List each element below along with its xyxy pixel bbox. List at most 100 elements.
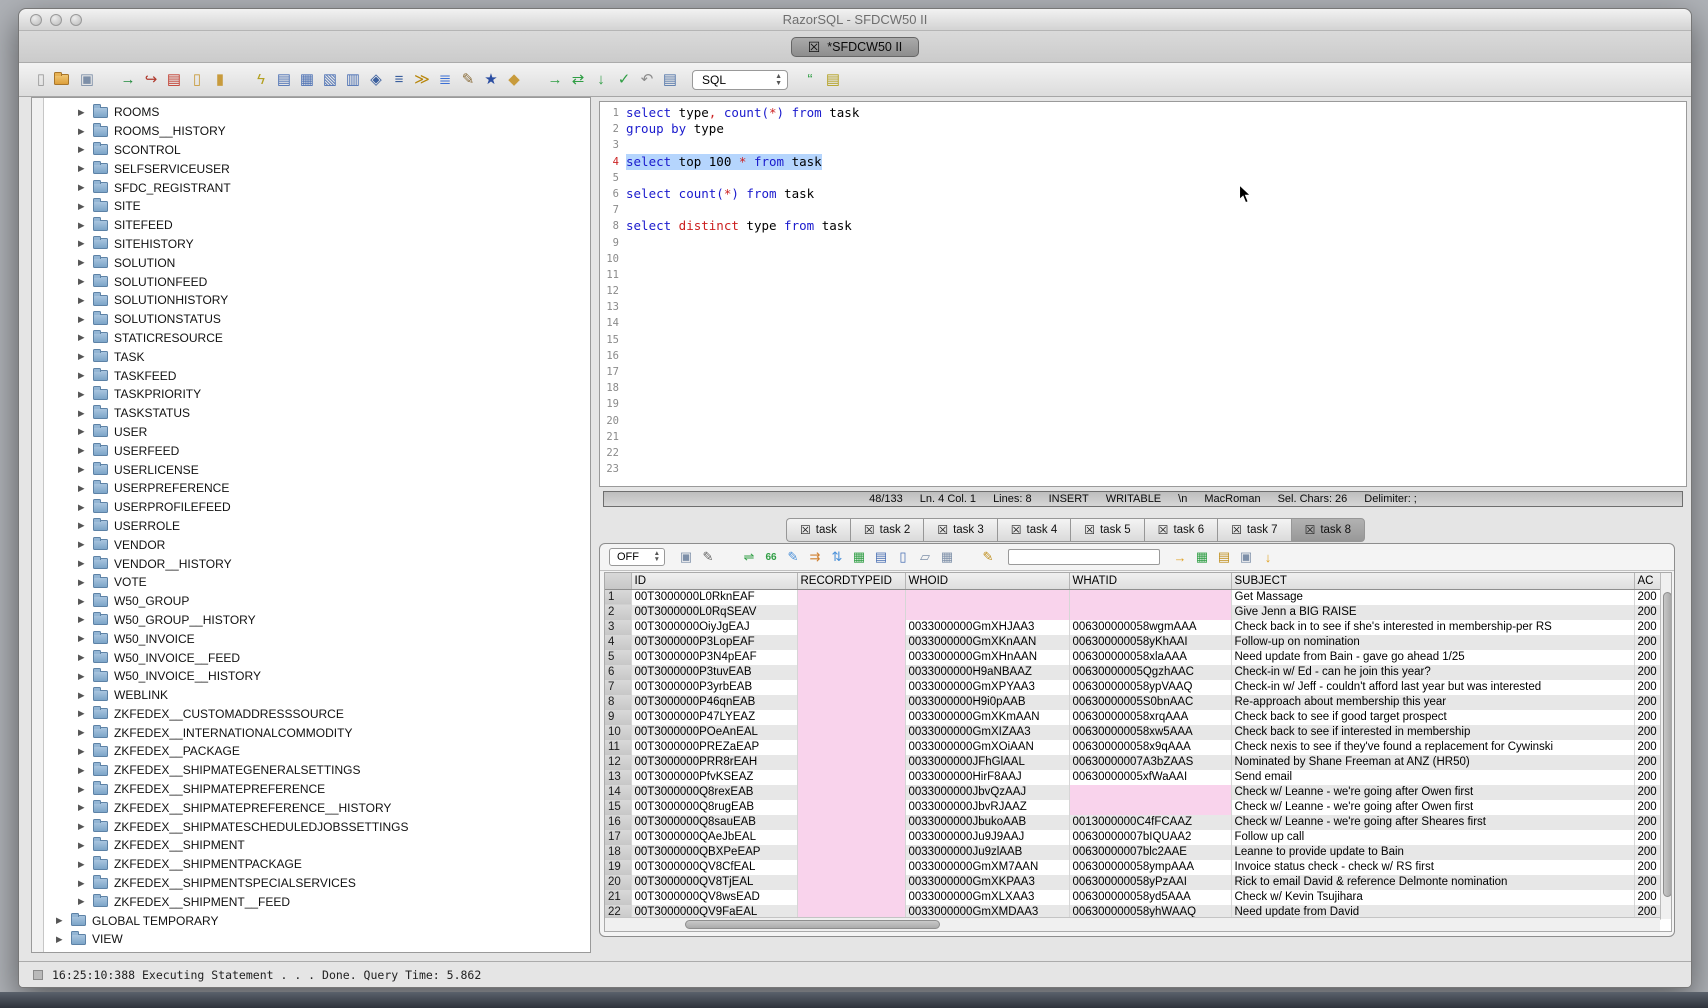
disclosure-triangle-icon[interactable]: ▶ — [78, 408, 90, 419]
disclosure-triangle-icon[interactable]: ▶ — [78, 182, 90, 193]
close-tab-icon[interactable]: ☒ — [800, 523, 811, 537]
column-header-subject[interactable]: SUBJECT — [1231, 573, 1634, 589]
find-next-icon[interactable]: → — [1171, 548, 1189, 566]
cell-whatid[interactable] — [1069, 605, 1231, 620]
disclosure-triangle-icon[interactable]: ▶ — [78, 464, 90, 475]
disclosure-triangle-icon[interactable]: ▶ — [78, 633, 90, 644]
editor-line[interactable]: 2group by type — [600, 121, 1686, 137]
row-number[interactable]: 3 — [605, 620, 631, 635]
filter-icon[interactable]: ✎ — [699, 548, 717, 566]
disclosure-triangle-icon[interactable]: ▶ — [78, 276, 90, 287]
cell-ac[interactable]: 200 — [1634, 650, 1660, 665]
table-row[interactable]: 2000T3000000QV8TjEAL0033000000GmXKPAA300… — [605, 875, 1660, 890]
cell-recordtypeid[interactable] — [797, 665, 905, 680]
cell-ac[interactable]: 200 — [1634, 589, 1660, 605]
cell-recordtypeid[interactable] — [797, 890, 905, 905]
cell-id[interactable]: 00T3000000PfvKSEAZ — [631, 770, 797, 785]
result-tab-task-5[interactable]: ☒task 5 — [1070, 518, 1143, 542]
tree-item-taskpriority[interactable]: ▶TASKPRIORITY — [44, 385, 590, 404]
favorites-icon[interactable]: ★ — [481, 69, 501, 90]
cell-whatid[interactable]: 006300000058yPzAAI — [1069, 875, 1231, 890]
disclosure-triangle-icon[interactable]: ▶ — [56, 934, 68, 945]
cell-whoid[interactable]: 0033000000JFhGlAAL — [905, 755, 1069, 770]
row-number[interactable]: 1 — [605, 589, 631, 605]
tree-item-solutionfeed[interactable]: ▶SOLUTIONFEED — [44, 272, 590, 291]
cell-whatid[interactable]: 006300000058yKhAAI — [1069, 635, 1231, 650]
cell-ac[interactable]: 200 — [1634, 890, 1660, 905]
cell-whatid[interactable]: 006300000058yd5AAA — [1069, 890, 1231, 905]
tree-item-vendor[interactable]: ▶VENDOR — [44, 535, 590, 554]
disclosure-triangle-icon[interactable]: ▶ — [78, 765, 90, 776]
table-row[interactable]: 500T3000000P3N4pEAF0033000000GmXHnAAN006… — [605, 650, 1660, 665]
cell-subject[interactable]: Check nexis to see if they've found a re… — [1231, 740, 1634, 755]
db-object-icon[interactable]: ▮ — [210, 69, 230, 90]
table-row[interactable]: 1800T3000000QBXPeEAP0033000000Ju9zlAAB00… — [605, 845, 1660, 860]
tree-item-sitehistory[interactable]: ▶SITEHISTORY — [44, 235, 590, 254]
cell-whoid[interactable]: 0033000000Ju9zlAAB — [905, 845, 1069, 860]
quotes-icon[interactable]: “ — [800, 69, 820, 90]
cell-recordtypeid[interactable] — [797, 875, 905, 890]
cell-subject[interactable]: Get Massage — [1231, 589, 1634, 605]
tree-item-zkfedex__shipmatepreference[interactable]: ▶ZKFEDEX__SHIPMATEPREFERENCE — [44, 780, 590, 799]
close-tab-icon[interactable]: ☒ — [937, 523, 948, 537]
undo-icon[interactable]: ↶ — [637, 69, 657, 90]
cell-whoid[interactable]: 0033000000GmXOiAAN — [905, 740, 1069, 755]
sql-editor[interactable]: 1select type, count(*) from task2group b… — [599, 101, 1687, 487]
brush-icon[interactable]: ✎ — [979, 548, 997, 566]
editor-line[interactable]: 15 — [600, 332, 1686, 348]
cell-whoid[interactable]: 0033000000H9aNBAAZ — [905, 665, 1069, 680]
cell-subject[interactable]: Check-in w/ Jeff - couldn't afford last … — [1231, 680, 1634, 695]
tree-item-taskfeed[interactable]: ▶TASKFEED — [44, 366, 590, 385]
cell-recordtypeid[interactable] — [797, 740, 905, 755]
editor-line[interactable]: 10 — [600, 251, 1686, 267]
cell-recordtypeid[interactable] — [797, 830, 905, 845]
tree-item-w50_invoice__feed[interactable]: ▶W50_INVOICE__FEED — [44, 648, 590, 667]
export-icon[interactable]: ▯ — [187, 69, 207, 90]
cell-id[interactable]: 00T3000000OiyJgEAJ — [631, 620, 797, 635]
cell-id[interactable]: 00T3000000QBXPeEAP — [631, 845, 797, 860]
results-list-icon[interactable]: ≡ — [389, 69, 409, 90]
cell-subject[interactable]: Invoice status check - check w/ RS first — [1231, 860, 1634, 875]
disclosure-triangle-icon[interactable]: ▶ — [78, 107, 90, 118]
cell-subject[interactable]: Check back to see if interested in membe… — [1231, 725, 1634, 740]
close-tab-icon[interactable]: ☒ — [864, 523, 875, 537]
result-tab-task-3[interactable]: ☒task 3 — [923, 518, 996, 542]
cell-ac[interactable]: 200 — [1634, 695, 1660, 710]
cell-recordtypeid[interactable] — [797, 755, 905, 770]
row-number[interactable]: 7 — [605, 680, 631, 695]
generate-sql-icon[interactable]: ▧ — [320, 69, 340, 90]
editor-line[interactable]: 14 — [600, 315, 1686, 331]
row-number[interactable]: 15 — [605, 800, 631, 815]
row-number[interactable]: 14 — [605, 785, 631, 800]
tree-item-zkfedex__internationalcommodity[interactable]: ▶ZKFEDEX__INTERNATIONALCOMMODITY — [44, 723, 590, 742]
cell-whoid[interactable]: 0033000000GmXKmAAN — [905, 710, 1069, 725]
horizontal-scroll-thumb[interactable] — [685, 920, 940, 929]
cell-whoid[interactable]: 0033000000GmXHnAAN — [905, 650, 1069, 665]
result-tab-task-4[interactable]: ☒task 4 — [997, 518, 1070, 542]
editor-line[interactable]: 13 — [600, 299, 1686, 315]
cell-subject[interactable]: Check-in w/ Ed - can he join this year? — [1231, 665, 1634, 680]
history-icon[interactable]: ▤ — [660, 69, 680, 90]
cell-id[interactable]: 00T3000000Q8rexEAB — [631, 785, 797, 800]
cell-id[interactable]: 00T3000000QV8TjEAL — [631, 875, 797, 890]
cell-ac[interactable]: 200 — [1634, 725, 1660, 740]
cell-id[interactable]: 00T3000000L0RknEAF — [631, 589, 797, 605]
editor-line[interactable]: 6select count(*) from task — [600, 186, 1686, 202]
zoom-window-icon[interactable] — [70, 14, 82, 26]
disclosure-triangle-icon[interactable]: ▶ — [78, 708, 90, 719]
table-copy-icon[interactable]: ▦ — [938, 548, 956, 566]
cell-id[interactable]: 00T3000000P3N4pEAF — [631, 650, 797, 665]
connect-icon[interactable]: → — [118, 69, 138, 90]
editor-line[interactable]: 20 — [600, 413, 1686, 429]
disclosure-triangle-icon[interactable]: ▶ — [78, 671, 90, 682]
disclosure-triangle-icon[interactable]: ▶ — [78, 389, 90, 400]
row-number[interactable]: 20 — [605, 875, 631, 890]
tree-item-weblink[interactable]: ▶WEBLINK — [44, 686, 590, 705]
cell-recordtypeid[interactable] — [797, 695, 905, 710]
outline-icon[interactable]: ▤ — [823, 69, 843, 90]
close-tab-icon[interactable]: ☒ — [1011, 523, 1022, 537]
cell-id[interactable]: 00T3000000P3tuvEAB — [631, 665, 797, 680]
close-tab-icon[interactable]: ☒ — [1084, 523, 1095, 537]
editor-line[interactable]: 3 — [600, 137, 1686, 153]
cell-ac[interactable]: 200 — [1634, 770, 1660, 785]
